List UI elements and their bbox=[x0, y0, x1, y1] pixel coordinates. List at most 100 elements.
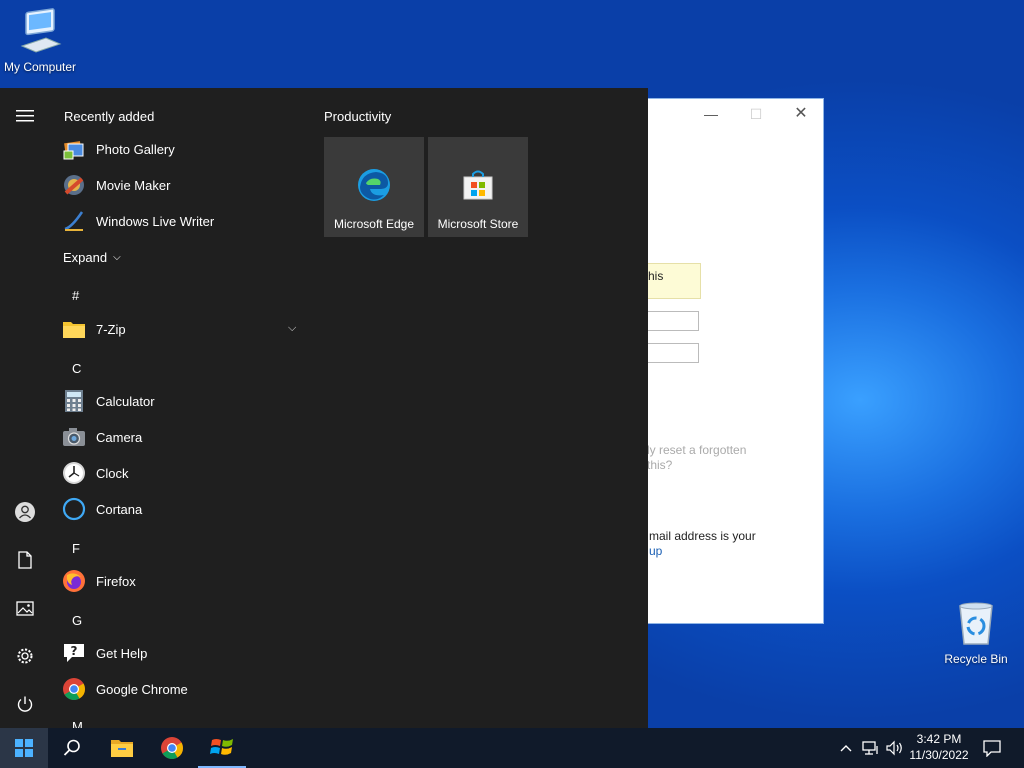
windows-logo-icon bbox=[15, 739, 33, 757]
maximize-button[interactable]: ☐ bbox=[741, 103, 771, 125]
recycle-bin-icon bbox=[959, 602, 993, 645]
photo-gallery-icon bbox=[62, 137, 86, 161]
firefox-icon bbox=[62, 569, 86, 593]
app-label: Cortana bbox=[96, 501, 143, 517]
app-item-camera[interactable]: Camera bbox=[62, 421, 302, 453]
app-label: Get Help bbox=[96, 645, 148, 661]
text-field-2[interactable] bbox=[641, 343, 699, 363]
app-label: Clock bbox=[96, 465, 129, 481]
user-account-button[interactable] bbox=[8, 495, 42, 529]
info-note: his bbox=[641, 263, 701, 299]
windows-flag-icon bbox=[210, 739, 233, 755]
file-explorer-icon bbox=[111, 740, 133, 757]
taskbar-google-chrome[interactable] bbox=[148, 728, 196, 768]
tile-microsoft-edge[interactable]: Microsoft Edge bbox=[324, 137, 424, 237]
app-label: Calculator bbox=[96, 393, 155, 409]
clock-icon bbox=[62, 461, 86, 485]
volume-button[interactable] bbox=[884, 728, 906, 768]
search-icon bbox=[63, 739, 80, 756]
taskbar-file-explorer[interactable] bbox=[98, 728, 146, 768]
app-item-cortana[interactable]: Cortana bbox=[62, 493, 302, 525]
app-item-windows-live-writer[interactable]: Windows Live Writer bbox=[62, 205, 302, 237]
app-item-photo-gallery[interactable]: Photo Gallery bbox=[62, 133, 302, 165]
app-label: 7-Zip bbox=[96, 321, 126, 337]
app-label: Windows Live Writer bbox=[96, 213, 215, 229]
taskbar-windows-app[interactable] bbox=[198, 728, 246, 768]
letter-header-c[interactable]: C bbox=[72, 361, 81, 376]
letter-header-f[interactable]: F bbox=[72, 541, 80, 556]
background-window[interactable]: — ☐ ✕ his ly reset a forgotten this? mai… bbox=[640, 98, 824, 624]
app-item-clock[interactable]: Clock bbox=[62, 457, 302, 489]
email-text-line1: mail address is your bbox=[649, 529, 756, 543]
power-button[interactable] bbox=[8, 687, 42, 721]
tile-label: Microsoft Store bbox=[437, 217, 519, 231]
taskbar-clock[interactable]: 3:42 PM 11/30/2022 bbox=[904, 731, 974, 763]
desktop-icon-my-computer[interactable]: My Computer bbox=[0, 8, 80, 74]
camera-icon bbox=[62, 425, 86, 449]
gear-icon bbox=[17, 648, 33, 664]
desktop-icon-label: Recycle Bin bbox=[944, 652, 1008, 666]
email-text: mail address is your up bbox=[649, 529, 756, 559]
letter-header-m[interactable]: M bbox=[72, 719, 83, 728]
show-hidden-icons-button[interactable] bbox=[836, 728, 856, 768]
reset-text-line1: ly reset a forgotten bbox=[647, 443, 747, 457]
signup-link[interactable]: up bbox=[649, 544, 756, 559]
app-list: Recently added Photo Gallery Movie Maker… bbox=[50, 88, 310, 728]
search-button[interactable] bbox=[48, 728, 96, 768]
text-field-1[interactable] bbox=[641, 311, 699, 331]
pictures-button[interactable] bbox=[8, 591, 42, 625]
tile-microsoft-store[interactable]: Microsoft Store bbox=[428, 137, 528, 237]
desktop-icon-recycle-bin[interactable]: Recycle Bin bbox=[936, 600, 1016, 666]
notification-icon bbox=[983, 740, 1001, 757]
app-item-movie-maker[interactable]: Movie Maker bbox=[62, 169, 302, 201]
user-icon bbox=[15, 502, 35, 522]
movie-maker-icon bbox=[62, 173, 86, 197]
document-icon bbox=[18, 551, 32, 569]
app-label: Movie Maker bbox=[96, 177, 171, 193]
start-rail bbox=[0, 88, 50, 728]
reset-text-line2: this? bbox=[647, 458, 673, 472]
tile-group-title[interactable]: Productivity bbox=[324, 109, 391, 124]
hamburger-button[interactable] bbox=[8, 99, 42, 133]
app-item-firefox[interactable]: Firefox bbox=[62, 565, 302, 597]
app-item-get-help[interactable]: ? Get Help bbox=[62, 637, 302, 669]
recently-added-title: Recently added bbox=[64, 109, 155, 124]
cortana-icon bbox=[62, 497, 86, 521]
documents-button[interactable] bbox=[8, 543, 42, 577]
window-titlebar[interactable]: — ☐ ✕ bbox=[641, 99, 823, 129]
app-label: Photo Gallery bbox=[96, 141, 175, 157]
network-button[interactable] bbox=[860, 728, 882, 768]
chrome-icon bbox=[161, 737, 183, 759]
app-item-calculator[interactable]: Calculator bbox=[62, 385, 302, 417]
edge-icon bbox=[358, 169, 390, 201]
app-item-7zip[interactable]: 7-Zip bbox=[62, 313, 302, 345]
store-icon bbox=[463, 170, 493, 200]
letter-header-g[interactable]: G bbox=[72, 613, 82, 628]
network-icon bbox=[862, 741, 878, 755]
app-item-google-chrome[interactable]: Google Chrome bbox=[62, 673, 302, 705]
power-icon bbox=[17, 696, 33, 712]
calculator-icon bbox=[62, 389, 86, 413]
start-menu: Recently added Photo Gallery Movie Maker… bbox=[0, 88, 648, 728]
get-help-icon: ? bbox=[62, 641, 86, 665]
clock-time: 3:42 PM bbox=[916, 732, 962, 746]
close-button[interactable]: ✕ bbox=[786, 103, 816, 125]
settings-button[interactable] bbox=[8, 639, 42, 673]
clock-date: 11/30/2022 bbox=[909, 748, 969, 762]
action-center-button[interactable] bbox=[978, 728, 1006, 768]
desktop-icon-label: My Computer bbox=[3, 60, 77, 74]
app-label: Firefox bbox=[96, 573, 136, 589]
minimize-button[interactable]: — bbox=[696, 103, 726, 125]
computer-icon bbox=[20, 8, 62, 53]
chrome-icon bbox=[62, 677, 86, 701]
reset-text: ly reset a forgotten this? bbox=[647, 443, 746, 473]
taskbar: 3:42 PM 11/30/2022 bbox=[0, 728, 1024, 768]
expand-button[interactable]: Expand ⌵ bbox=[63, 250, 121, 265]
tile-label: Microsoft Edge bbox=[333, 217, 415, 231]
speaker-icon bbox=[886, 740, 902, 756]
letter-header-hash[interactable]: # bbox=[72, 288, 79, 303]
chevron-down-icon[interactable]: ⌵ bbox=[288, 322, 296, 335]
svg-text:?: ? bbox=[71, 644, 78, 658]
chevron-up-icon bbox=[840, 745, 852, 752]
start-button[interactable] bbox=[0, 728, 48, 768]
